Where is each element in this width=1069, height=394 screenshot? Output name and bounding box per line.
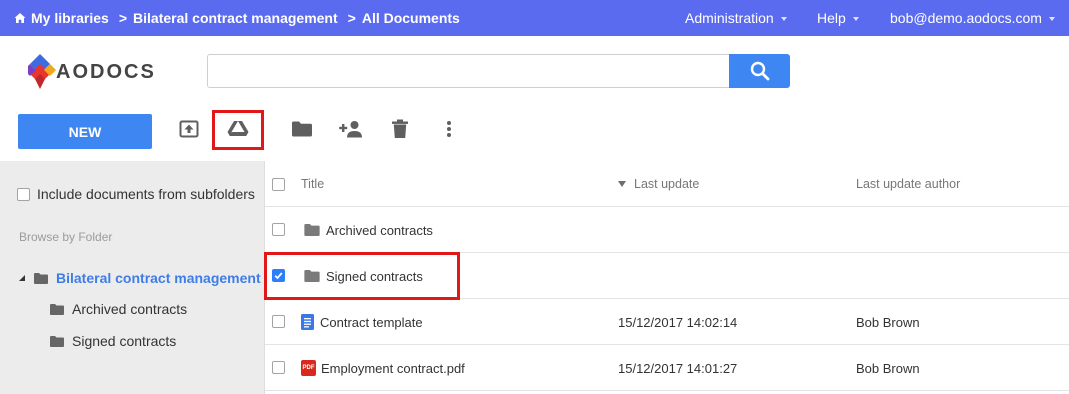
more-options-button[interactable] [436,116,462,142]
expand-toggle-icon[interactable] [18,274,26,282]
folder-icon [304,224,320,236]
include-subfolders-label: Include documents from subfolders [37,186,255,202]
row-title: Archived contracts [326,222,433,238]
breadcrumb-my-libraries[interactable]: My libraries [31,10,109,26]
tree-root-folder[interactable]: Bilateral contract management [18,270,261,286]
select-all-checkbox[interactable] [272,178,285,191]
search-icon [750,61,769,81]
row-checkbox[interactable] [272,315,285,328]
signed-contracts-highlight [264,252,460,300]
row-title-cell[interactable]: PDF Employment contract.pdf [301,345,465,391]
row-last-update: 15/12/2017 14:02:14 [618,314,738,330]
folder-icon [34,272,48,284]
chevron-down-icon [852,16,859,21]
menu-help[interactable]: Help [817,0,859,36]
tree-item-archived-contracts[interactable]: Archived contracts [50,301,187,317]
new-button[interactable]: NEW [18,114,152,149]
user-email: bob@demo.aodocs.com [890,10,1042,26]
row-author: Bob Brown [856,314,920,330]
tree-item-label: Archived contracts [72,301,188,317]
menu-administration-label: Administration [685,10,774,26]
menu-help-label: Help [817,10,846,26]
search-button[interactable] [729,54,790,88]
folder-icon [50,335,64,347]
column-header-title[interactable]: Title [301,161,324,207]
row-title-cell[interactable]: Contract template [301,299,423,345]
more-vert-icon [447,121,451,137]
search-input[interactable] [207,54,729,88]
google-doc-icon [301,314,314,330]
menu-administration[interactable]: Administration [685,0,787,36]
row-title: Contract template [320,314,423,330]
table-header-row: Title Last update Last update author [265,161,1069,207]
tree-root-label: Bilateral contract management [56,270,261,286]
table-row[interactable]: Contract template 15/12/2017 14:02:14 Bo… [265,299,1069,345]
open-in-drive-button[interactable] [225,116,251,142]
aodocs-logo[interactable]: AODOCS [24,52,158,92]
pdf-icon: PDF [301,360,316,376]
row-checkbox[interactable] [272,361,285,374]
column-header-last-update[interactable]: Last update [618,161,699,207]
sort-descending-icon [618,181,626,187]
home-icon [14,13,26,23]
tree-item-signed-contracts[interactable]: Signed contracts [50,333,176,349]
table-row[interactable]: PDF Employment contract.pdf 15/12/2017 1… [265,345,1069,391]
aodocs-logo-text: AODOCS [56,61,156,83]
menu-user-account[interactable]: bob@demo.aodocs.com [890,0,1055,36]
tree-item-label: Signed contracts [72,333,177,349]
trash-icon [392,119,408,138]
new-folder-button[interactable] [289,116,315,142]
add-person-icon [339,121,362,138]
row-author: Bob Brown [856,360,920,376]
row-title: Employment contract.pdf [321,360,465,376]
row-title-cell[interactable]: Archived contracts [304,207,433,253]
chevron-down-icon [1048,16,1055,21]
breadcrumb-all-documents[interactable]: All Documents [362,10,460,26]
upload-button[interactable] [176,116,202,142]
breadcrumb-library[interactable]: Bilateral contract management [133,10,338,26]
folder-icon [50,303,64,315]
folder-icon [292,121,312,137]
row-checkbox[interactable] [272,223,285,236]
share-button[interactable] [338,116,364,142]
checkbox[interactable] [17,187,30,201]
breadcrumb-separator: > [118,10,128,26]
column-header-last-update-label: Last update [634,177,700,191]
google-drive-icon [227,120,249,136]
breadcrumb: My libraries > Bilateral contract manage… [14,0,460,36]
include-subfolders-checkbox[interactable]: Include documents from subfolders [17,186,255,202]
table-row[interactable]: Archived contracts [265,207,1069,253]
upload-icon [179,120,199,138]
breadcrumb-separator: > [347,10,356,26]
chevron-down-icon [780,16,787,21]
column-header-author[interactable]: Last update author [856,161,960,207]
folder-sidebar: Include documents from subfolders Browse… [0,161,265,394]
delete-button[interactable] [387,116,413,142]
top-navigation-bar: My libraries > Bilateral contract manage… [0,0,1069,36]
row-last-update: 15/12/2017 14:01:27 [618,360,738,376]
browse-by-folder-label: Browse by Folder [19,230,113,244]
